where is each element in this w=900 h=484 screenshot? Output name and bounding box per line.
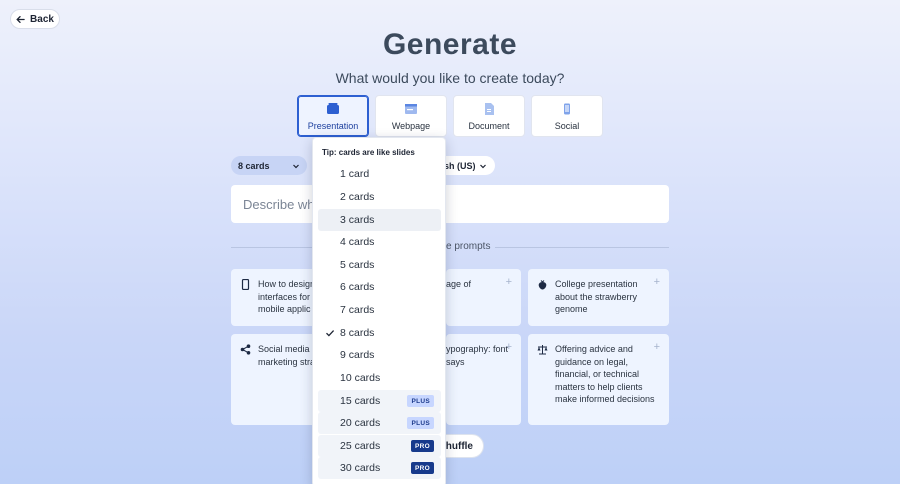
type-label: Presentation xyxy=(307,120,359,131)
option-label: 20 cards xyxy=(340,417,381,429)
strawberry-icon xyxy=(538,280,547,290)
dropdown-option-2-cards[interactable]: 2 cards xyxy=(318,186,441,208)
option-label: 1 card xyxy=(340,168,370,180)
prompt-input[interactable]: Describe what xyxy=(231,185,669,223)
plus-badge: PLUS xyxy=(407,395,434,407)
presentation-icon xyxy=(327,102,339,114)
option-label: 4 cards xyxy=(340,236,375,248)
social-icon xyxy=(564,103,570,114)
type-label: Social xyxy=(554,120,580,131)
example-text: How to design interfaces for mobile appl… xyxy=(258,279,316,314)
type-presentation[interactable]: Presentation xyxy=(297,95,369,137)
option-label: 2 cards xyxy=(340,191,375,203)
type-social[interactable]: Social xyxy=(531,95,603,137)
example-prompts-label: e prompts xyxy=(446,241,491,252)
card-count-value: 8 cards xyxy=(238,160,270,171)
checkmark-icon xyxy=(326,330,335,337)
dropdown-option-20-cards[interactable]: 20 cards PLUS xyxy=(318,412,441,434)
page-title: Generate xyxy=(382,28,518,61)
plus-icon: + xyxy=(653,341,660,353)
dropdown-option-10-cards[interactable]: 10 cards xyxy=(318,367,441,389)
option-label: 30 cards xyxy=(340,462,381,474)
share-icon xyxy=(240,344,251,355)
type-label: Webpage xyxy=(391,120,431,131)
dropdown-option-1-card[interactable]: 1 card xyxy=(318,163,441,185)
page-subtitle: What would you like to create today? xyxy=(335,70,565,86)
plus-icon: + xyxy=(505,276,512,288)
webpage-icon xyxy=(405,103,417,114)
example-text: ypography: font says xyxy=(446,344,509,367)
document-icon xyxy=(485,102,494,115)
option-label: 6 cards xyxy=(340,281,375,293)
language-value: sh (US) xyxy=(444,160,476,171)
card-count-select[interactable]: 8 cards xyxy=(231,156,307,175)
option-label: 8 cards xyxy=(340,327,375,339)
type-document[interactable]: Document xyxy=(453,95,525,137)
dropdown-option-9-cards[interactable]: 9 cards xyxy=(318,344,441,366)
plus-icon: + xyxy=(505,341,512,353)
example-text: Social media marketing stra xyxy=(258,344,316,367)
type-webpage[interactable]: Webpage xyxy=(375,95,447,137)
chevron-down-icon xyxy=(480,164,486,168)
example-text: Offering advice and guidance on legal, f… xyxy=(555,344,655,404)
dropdown-option-25-cards[interactable]: 25 cards PRO xyxy=(318,435,441,457)
dropdown-option-4-cards[interactable]: 4 cards xyxy=(318,231,441,253)
chevron-down-icon xyxy=(293,164,299,168)
back-label: Back xyxy=(30,13,54,25)
arrow-left-icon xyxy=(16,15,25,23)
type-label: Document xyxy=(468,120,510,131)
example-text: age of xyxy=(446,279,472,289)
example-prompt-card[interactable]: ypography: font says + xyxy=(446,334,521,425)
option-label: 9 cards xyxy=(340,349,375,361)
option-label: 3 cards xyxy=(340,214,375,226)
mobile-icon xyxy=(241,279,250,290)
plus-icon: + xyxy=(653,276,660,288)
example-text: College presentation about the strawberr… xyxy=(555,279,638,314)
example-prompt-card[interactable]: age of + xyxy=(446,269,521,326)
scales-icon xyxy=(537,345,548,355)
plus-badge: PLUS xyxy=(407,417,434,429)
option-label: 5 cards xyxy=(340,259,375,271)
option-label: 10 cards xyxy=(340,372,381,384)
option-label: 15 cards xyxy=(340,395,381,407)
pro-badge: PRO xyxy=(411,462,434,474)
dropdown-option-7-cards[interactable]: 7 cards xyxy=(318,299,441,321)
example-prompt-card[interactable]: Offering advice and guidance on legal, f… xyxy=(528,334,669,425)
dropdown-option-5-cards[interactable]: 5 cards xyxy=(318,254,441,276)
dropdown-tip: Tip: cards are like slides xyxy=(322,148,415,157)
card-count-dropdown: Tip: cards are like slides 1 card 2 card… xyxy=(312,137,446,484)
option-label: 25 cards xyxy=(340,440,381,452)
divider xyxy=(495,247,669,248)
option-label: 7 cards xyxy=(340,304,375,316)
back-button[interactable]: Back xyxy=(10,9,60,29)
dropdown-option-8-cards[interactable]: 8 cards xyxy=(318,322,441,344)
content-type-selector: Presentation Webpage Document Social xyxy=(297,95,603,137)
pro-badge: PRO xyxy=(411,440,434,452)
dropdown-option-3-cards[interactable]: 3 cards xyxy=(318,209,441,231)
dropdown-option-6-cards[interactable]: 6 cards xyxy=(318,276,441,298)
dropdown-option-30-cards[interactable]: 30 cards PRO xyxy=(318,457,441,479)
example-prompt-card[interactable]: College presentation about the strawberr… xyxy=(528,269,669,326)
dropdown-option-15-cards[interactable]: 15 cards PLUS xyxy=(318,390,441,412)
